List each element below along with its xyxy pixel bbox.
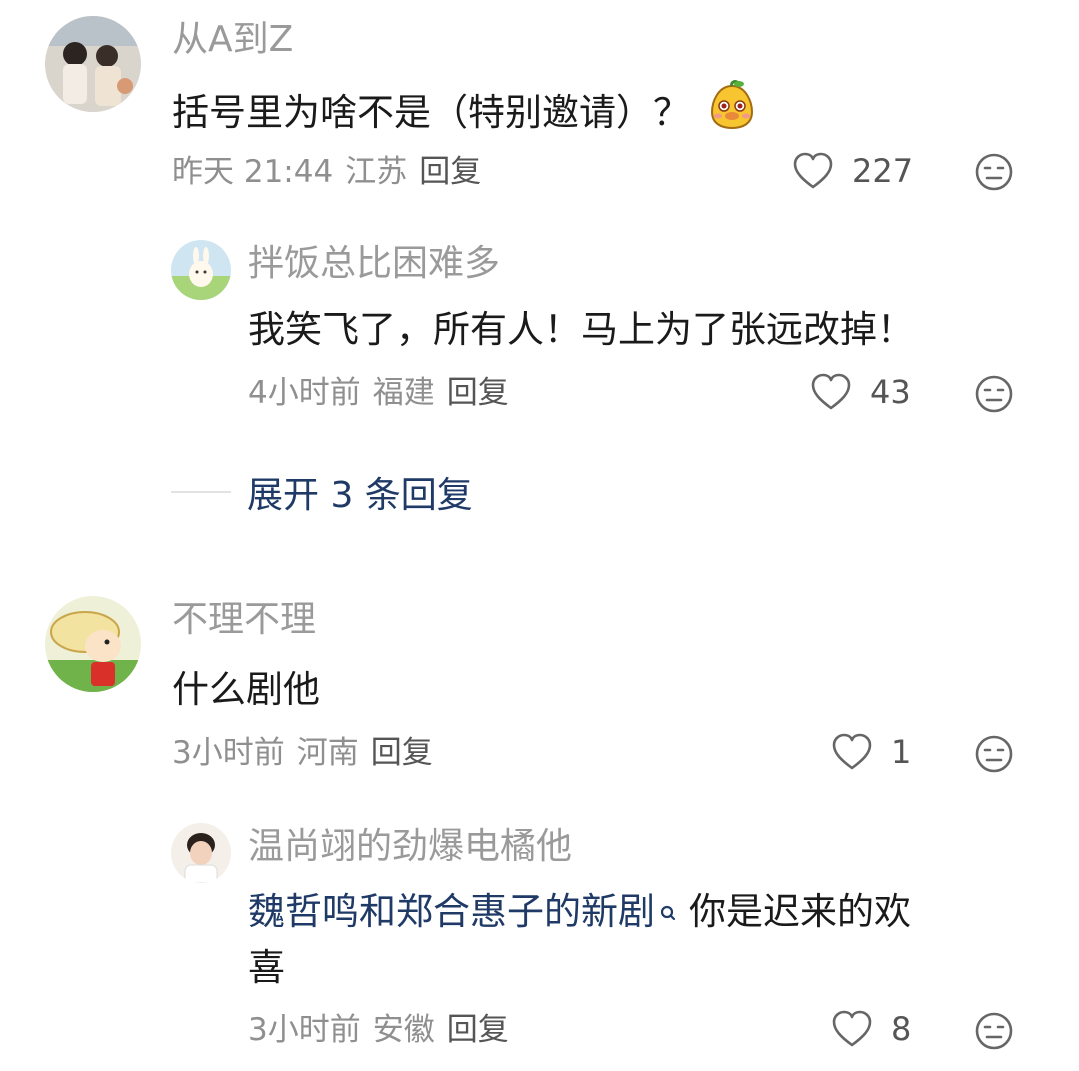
meh-face-icon xyxy=(974,1011,1014,1051)
reply-meta: 4小时前 福建 回复 xyxy=(248,373,521,413)
mango-emoji-icon xyxy=(708,80,756,146)
like-button[interactable]: 8 xyxy=(831,1010,911,1048)
meh-face-icon xyxy=(974,152,1014,192)
reply-text: 魏哲鸣和郑合惠子的新剧 你是迟来的欢 xyxy=(248,884,911,940)
reply-time: 4小时前 xyxy=(248,375,361,411)
reply-link[interactable]: 魏哲鸣和郑合惠子的新剧 xyxy=(248,890,655,933)
avatar[interactable] xyxy=(45,16,141,112)
comment-text-content: 括号里为啥不是（特别邀请）？ xyxy=(172,91,690,134)
reply-text-content: 你是迟来的欢 xyxy=(689,890,911,933)
like-count: 8 xyxy=(891,1010,912,1048)
like-button[interactable]: 227 xyxy=(792,152,913,190)
dislike-button[interactable] xyxy=(974,374,1014,414)
reply-author[interactable]: 拌饭总比困难多 xyxy=(248,242,500,286)
reply-button[interactable]: 回复 xyxy=(371,735,433,771)
dislike-button[interactable] xyxy=(974,152,1014,192)
avatar[interactable] xyxy=(45,596,141,692)
comment-meta: 3小时前 河南 回复 xyxy=(172,733,445,773)
comment-author[interactable]: 从A到Z xyxy=(172,18,293,62)
avatar[interactable] xyxy=(171,240,231,300)
like-count: 227 xyxy=(852,152,914,190)
comment-time: 3小时前 xyxy=(172,735,285,771)
like-count: 1 xyxy=(891,733,912,771)
reply-location: 福建 xyxy=(372,375,435,411)
reply-button[interactable]: 回复 xyxy=(447,1012,509,1048)
meh-face-icon xyxy=(974,734,1014,774)
heart-outline-icon xyxy=(792,152,834,190)
reply-author[interactable]: 温尚翊的劲爆电橘他 xyxy=(248,825,572,869)
reply-button[interactable]: 回复 xyxy=(419,154,481,190)
expand-replies-button[interactable]: 展开 3 条回复 xyxy=(171,466,473,518)
reply-text: 我笑飞了，所有人！马上为了张远改掉！ xyxy=(248,308,914,351)
search-icon[interactable] xyxy=(659,884,677,940)
like-button[interactable]: 1 xyxy=(831,733,911,771)
expand-replies-label: 展开 3 条回复 xyxy=(247,475,473,516)
heart-outline-icon xyxy=(831,733,873,771)
comment-author[interactable]: 不理不理 xyxy=(172,598,316,642)
dislike-button[interactable] xyxy=(974,1011,1014,1051)
reply-time: 3小时前 xyxy=(248,1012,361,1048)
comment-location: 河南 xyxy=(296,735,359,771)
avatar[interactable] xyxy=(171,823,231,883)
comment-time: 昨天 21:44 xyxy=(172,154,334,190)
comment-meta: 昨天 21:44 江苏 回复 xyxy=(172,152,493,192)
heart-outline-icon xyxy=(810,373,852,411)
dislike-button[interactable] xyxy=(974,734,1014,774)
comment-text: 括号里为啥不是（特别邀请）？ xyxy=(172,80,756,146)
reply-location: 安徽 xyxy=(372,1012,435,1048)
divider xyxy=(171,491,231,493)
comment-location: 江苏 xyxy=(345,154,408,190)
reply-text-line2: 喜 xyxy=(248,946,285,989)
like-count: 43 xyxy=(870,373,911,411)
comment-text: 什么剧他 xyxy=(172,668,320,711)
heart-outline-icon xyxy=(831,1010,873,1048)
like-button[interactable]: 43 xyxy=(810,373,911,411)
reply-meta: 3小时前 安徽 回复 xyxy=(248,1010,521,1050)
reply-button[interactable]: 回复 xyxy=(447,375,509,411)
meh-face-icon xyxy=(974,374,1014,414)
